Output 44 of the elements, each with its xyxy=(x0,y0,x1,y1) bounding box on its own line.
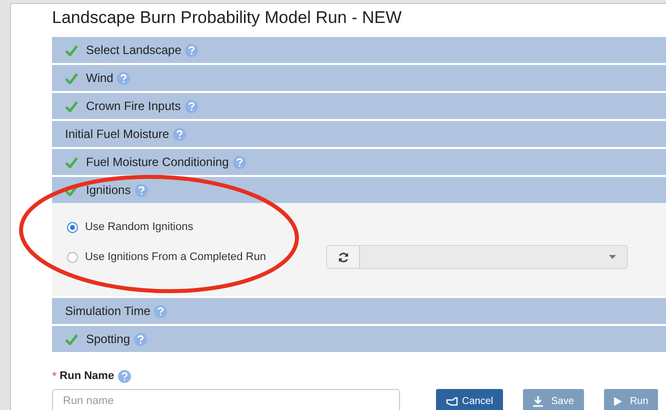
checkmark-icon xyxy=(65,334,78,344)
section-header[interactable]: Fuel Moisture Conditioning xyxy=(52,149,666,175)
help-icon[interactable] xyxy=(232,156,246,168)
section-header[interactable]: Wind xyxy=(52,65,666,91)
checkmark-icon xyxy=(65,72,78,84)
section-header[interactable]: Select Landscape xyxy=(52,37,666,63)
download-icon xyxy=(533,396,544,406)
checkmark-icon xyxy=(65,156,78,168)
section-title: Spotting xyxy=(86,331,130,348)
caret-icon xyxy=(609,255,616,259)
checkmark-icon xyxy=(65,100,78,112)
help-icon[interactable] xyxy=(184,100,198,112)
help-icon[interactable] xyxy=(134,184,148,196)
section-header[interactable]: Spotting xyxy=(52,326,666,352)
section-header[interactable]: Simulation Time xyxy=(52,298,666,324)
page-title: Landscape Burn Probability Model Run - NEW xyxy=(52,7,403,29)
run-name-field[interactable]: Run name xyxy=(52,389,400,410)
section-title: Wind xyxy=(86,70,114,87)
section-title: Crown Fire Inputs xyxy=(86,98,181,115)
section-title: Ignitions xyxy=(86,182,131,199)
section-title: Initial Fuel Moisture xyxy=(65,126,170,143)
help-icon[interactable] xyxy=(173,128,186,140)
cancel-button[interactable]: Cancel xyxy=(436,389,504,410)
section-title: Simulation Time xyxy=(65,303,150,320)
field-label: Run Name xyxy=(60,368,114,384)
radio-label: Use Ignitions From a Completed Run xyxy=(85,250,267,265)
help-icon[interactable] xyxy=(117,72,130,84)
help-icon[interactable] xyxy=(118,370,132,382)
radio-label: Use Random Ignitions xyxy=(85,220,194,235)
help-icon[interactable] xyxy=(134,332,148,346)
help-icon[interactable] xyxy=(154,304,168,318)
section-title: Fuel Moisture Conditioning xyxy=(86,154,229,171)
radio-button[interactable] xyxy=(67,222,78,232)
section-title: Select Landscape xyxy=(86,42,182,59)
section-header[interactable]: Initial Fuel Moisture xyxy=(52,121,666,147)
refresh-icon xyxy=(338,252,348,262)
section-header[interactable]: Crown Fire Inputs xyxy=(52,93,666,119)
help-icon[interactable] xyxy=(185,44,198,56)
refresh-button[interactable] xyxy=(327,246,360,268)
play-icon xyxy=(614,396,622,406)
required-marker: * xyxy=(52,368,57,385)
section-header[interactable]: Ignitions xyxy=(52,177,666,203)
checkmark-icon xyxy=(65,44,78,56)
radio-button[interactable] xyxy=(67,252,78,262)
